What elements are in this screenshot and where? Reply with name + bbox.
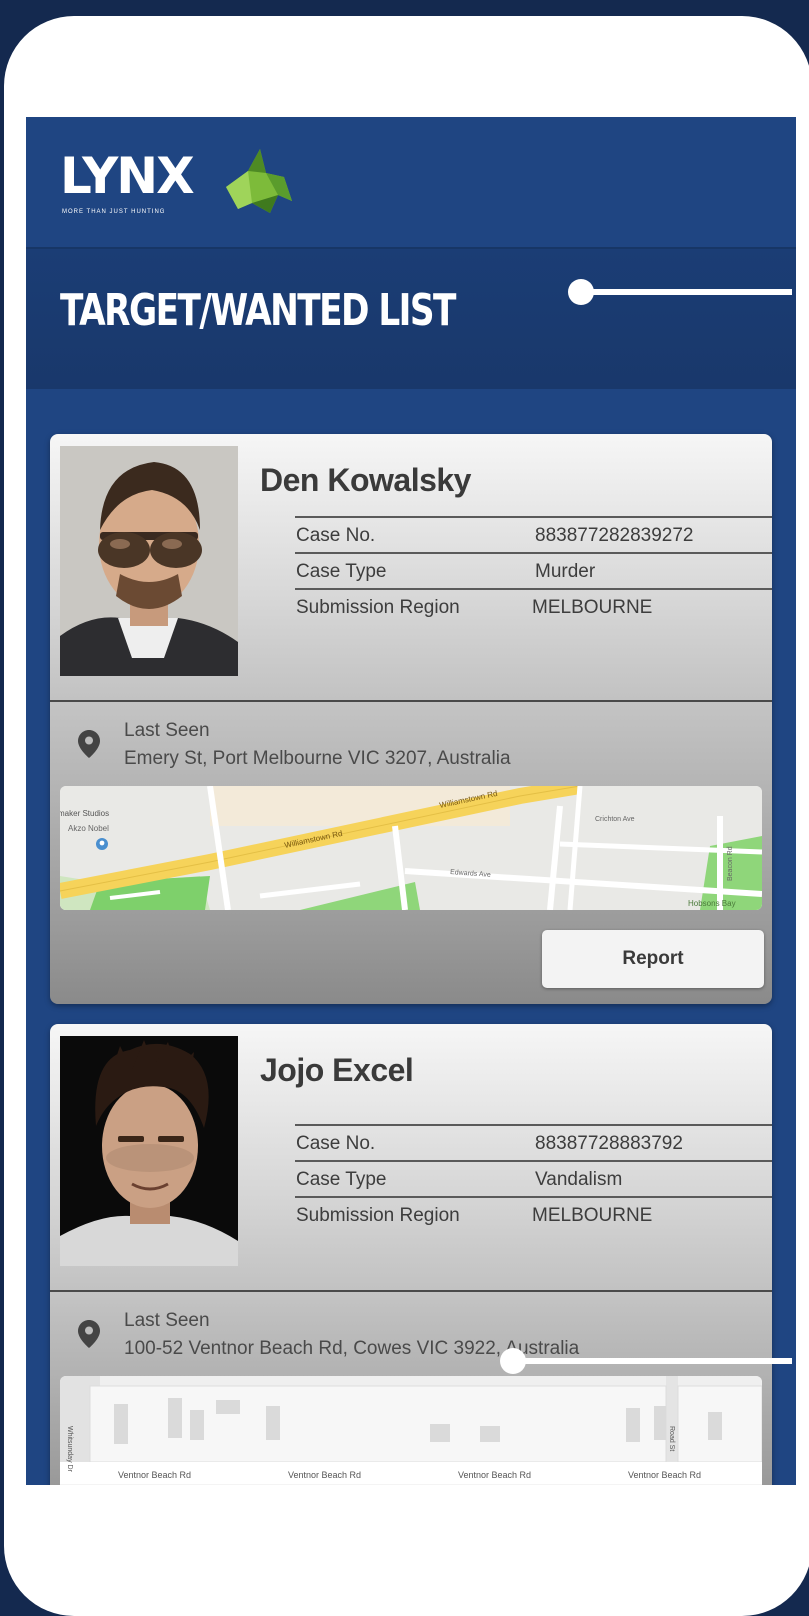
submission-region-row: Submission Region MELBOURNE <box>295 1198 772 1232</box>
last-seen-label: Last Seen <box>124 1310 210 1331</box>
map-road-label: Ventnor Beach Rd <box>288 1470 361 1480</box>
map-road-label: Whitsunday Dr <box>66 1426 73 1473</box>
last-seen-section: Last Seen 100-52 Ventnor Beach Rd, Cowes… <box>50 1292 772 1485</box>
target-card-header: Den Kowalsky Case No. 883877282839272 Ca… <box>50 434 772 702</box>
report-button[interactable]: Report <box>542 930 764 988</box>
last-seen-section: Last Seen Emery St, Port Melbourne VIC 3… <box>50 702 772 1004</box>
case-no-row: Case No. 88387728883792 <box>295 1126 772 1162</box>
logo-wordmark: LYNX <box>60 147 195 205</box>
target-card: Den Kowalsky Case No. 883877282839272 Ca… <box>50 434 772 1004</box>
target-photo[interactable] <box>60 1036 238 1266</box>
submission-region-label: Submission Region <box>296 1205 460 1226</box>
lynx-logo[interactable]: LYNX MORE THAN JUST HUNTING <box>60 143 300 223</box>
page-title: TARGET/WANTED LIST <box>60 285 456 336</box>
logo-tagline: MORE THAN JUST HUNTING <box>62 209 166 215</box>
last-seen-map[interactable]: Whitsunday Dr Road St Ventnor Beach Rd V… <box>60 1376 762 1485</box>
location-pin-icon <box>78 730 100 758</box>
map-callout-line <box>513 1358 792 1364</box>
last-seen-map[interactable]: maker Studios Akzo Nobel Williamstown Rd… <box>60 786 762 910</box>
case-no-value: 88387728883792 <box>535 1133 683 1154</box>
target-card: Jojo Excel Case No. 88387728883792 Case … <box>50 1024 772 1485</box>
map-poi-label: maker Studios <box>60 809 109 818</box>
case-no-row: Case No. 883877282839272 <box>295 518 772 554</box>
case-type-row: Case Type Vandalism <box>295 1162 772 1198</box>
map-road-label: Crichton Ave <box>595 816 635 823</box>
location-pin-icon <box>78 1320 100 1348</box>
map-park-label: Hobsons Bay <box>688 899 736 908</box>
map-poi-label: Akzo Nobel <box>68 824 109 833</box>
target-name: Den Kowalsky <box>260 462 471 498</box>
street-map-image: maker Studios Akzo Nobel Williamstown Rd… <box>60 786 762 910</box>
submission-region-label: Submission Region <box>296 597 460 618</box>
device-frame: LYNX MORE THAN JUST HUNTING TARGET/WANTE… <box>4 16 809 1616</box>
case-type-label: Case Type <box>296 1169 387 1190</box>
case-info-table: Case No. 883877282839272 Case Type Murde… <box>295 516 772 624</box>
last-seen-label: Last Seen <box>124 720 210 741</box>
case-type-value: Vandalism <box>535 1169 623 1190</box>
map-road-label: Beacon Rd <box>727 846 734 881</box>
submission-region-row: Submission Region MELBOURNE <box>295 590 772 624</box>
target-card-header: Jojo Excel Case No. 88387728883792 Case … <box>50 1024 772 1292</box>
case-info-table: Case No. 88387728883792 Case Type Vandal… <box>295 1124 772 1232</box>
case-type-label: Case Type <box>296 561 387 582</box>
title-callout-line <box>581 289 792 295</box>
submission-region-value: MELBOURNE <box>532 1205 653 1226</box>
case-type-value: Murder <box>535 561 596 582</box>
app-screen: LYNX MORE THAN JUST HUNTING TARGET/WANTE… <box>26 117 796 1485</box>
street-map-image: Whitsunday Dr Road St Ventnor Beach Rd V… <box>60 1376 762 1485</box>
map-road-label: Ventnor Beach Rd <box>118 1470 191 1480</box>
app-header: LYNX MORE THAN JUST HUNTING <box>26 117 796 249</box>
map-road-label: Ventnor Beach Rd <box>628 1470 701 1480</box>
case-no-label: Case No. <box>296 525 376 546</box>
lynx-head-icon <box>226 149 292 213</box>
map-road-label: Ventnor Beach Rd <box>458 1470 531 1480</box>
target-name: Jojo Excel <box>260 1052 414 1088</box>
map-road-label: Road St <box>668 1426 675 1451</box>
target-portrait-image <box>60 1036 238 1266</box>
page-title-band: TARGET/WANTED LIST <box>26 249 796 389</box>
submission-region-value: MELBOURNE <box>532 597 653 618</box>
last-seen-address: Emery St, Port Melbourne VIC 3207, Austr… <box>124 748 511 769</box>
target-portrait-image <box>60 446 238 676</box>
case-no-value: 883877282839272 <box>535 525 694 546</box>
case-no-label: Case No. <box>296 1133 376 1154</box>
case-type-row: Case Type Murder <box>295 554 772 590</box>
target-photo[interactable] <box>60 446 238 676</box>
